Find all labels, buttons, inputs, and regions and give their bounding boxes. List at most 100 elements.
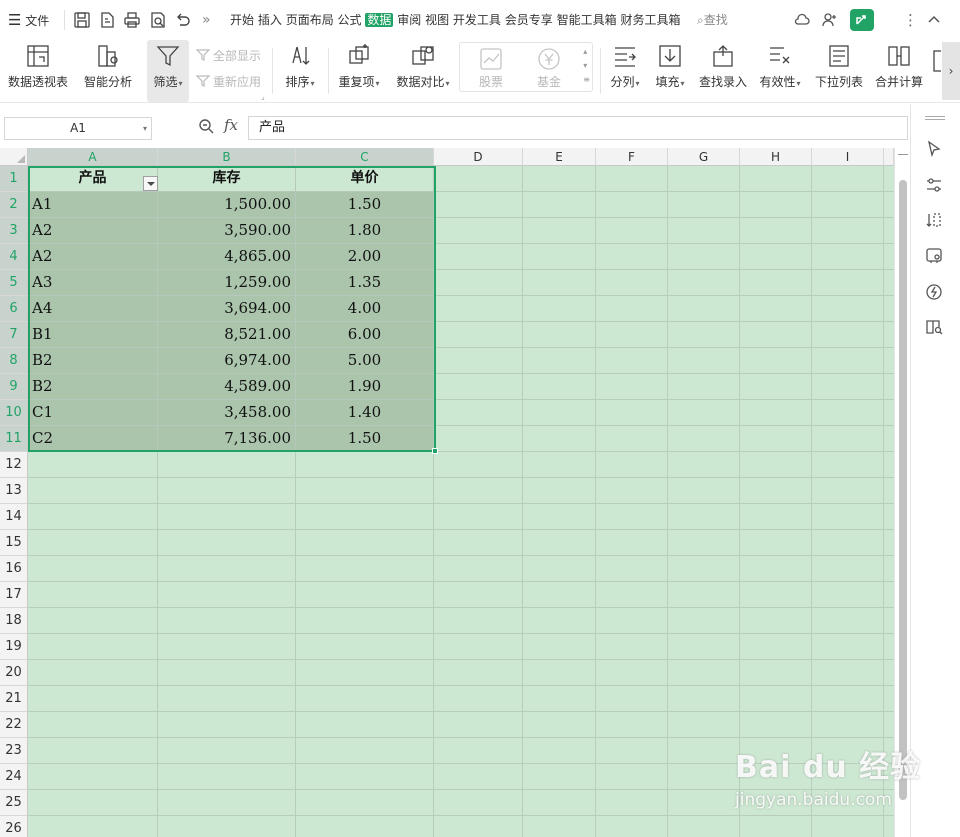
export-pdf-icon[interactable] xyxy=(98,11,116,29)
row-header-5[interactable]: 5 xyxy=(0,270,28,296)
select-pointer-icon[interactable] xyxy=(925,140,943,158)
tab-home[interactable]: 开始 xyxy=(230,13,254,27)
column-header-a[interactable]: A xyxy=(28,148,158,166)
cell-c7[interactable]: 6.00 xyxy=(296,322,434,348)
share-button[interactable] xyxy=(850,9,874,31)
cell-c4[interactable]: 2.00 xyxy=(296,244,434,270)
cell-c10[interactable]: 1.40 xyxy=(296,400,434,426)
row-header-12[interactable]: 12 xyxy=(0,452,28,478)
vertical-scrollbar[interactable] xyxy=(894,148,910,837)
tab-developer[interactable]: 开发工具 xyxy=(453,13,501,27)
reading-mode-icon[interactable] xyxy=(925,318,943,336)
backup-icon[interactable] xyxy=(925,247,943,265)
lightning-icon[interactable] xyxy=(925,283,943,301)
row-header-21[interactable]: 21 xyxy=(0,686,28,712)
consolidate-button[interactable]: 合并计算 xyxy=(870,40,928,102)
row-header-16[interactable]: 16 xyxy=(0,556,28,582)
row-header-3[interactable]: 3 xyxy=(0,218,28,244)
tab-page-layout[interactable]: 页面布局 xyxy=(286,13,334,27)
sort-panel-icon[interactable] xyxy=(925,211,943,229)
gallery-scroll-icon[interactable]: ▴ ▾ ≡ xyxy=(583,45,590,87)
column-header-g[interactable]: G xyxy=(668,148,740,166)
share-user-icon[interactable] xyxy=(820,11,838,29)
undo-icon[interactable] xyxy=(174,11,192,29)
filter-dialog-launcher-icon[interactable]: ⌟ xyxy=(261,92,265,101)
row-header-23[interactable]: 23 xyxy=(0,738,28,764)
cell-a3[interactable]: A2 xyxy=(28,218,158,244)
row-header-9[interactable]: 9 xyxy=(0,374,28,400)
fill-button[interactable]: 填充▾ xyxy=(650,40,690,102)
cell-c3[interactable]: 1.80 xyxy=(296,218,434,244)
show-all-button[interactable]: 全部显示 xyxy=(195,47,261,64)
split-icon[interactable] xyxy=(898,154,908,155)
fx-icon[interactable]: fx xyxy=(224,116,238,134)
collapse-ribbon-icon[interactable] xyxy=(925,11,943,29)
file-menu[interactable]: ☰ 文件 xyxy=(8,0,49,40)
row-header-13[interactable]: 13 xyxy=(0,478,28,504)
column-header-e[interactable]: E xyxy=(523,148,596,166)
row-header-10[interactable]: 10 xyxy=(0,400,28,426)
column-header-b[interactable]: B xyxy=(158,148,296,166)
name-box-dropdown-icon[interactable]: ▾ xyxy=(143,118,147,139)
save-icon[interactable] xyxy=(73,11,91,29)
row-header-4[interactable]: 4 xyxy=(0,244,28,270)
formula-input[interactable]: 产品 xyxy=(248,116,908,140)
ribbon-scroll-right-icon[interactable]: › xyxy=(942,42,960,100)
tab-insert[interactable]: 插入 xyxy=(258,13,282,27)
tab-smart-toolbox[interactable]: 智能工具箱 xyxy=(557,13,617,27)
tab-data[interactable]: 数据 xyxy=(365,13,394,27)
cell-a10[interactable]: C1 xyxy=(28,400,158,426)
header-cell-a[interactable]: 产品 xyxy=(28,166,158,192)
name-box[interactable]: A1 ▾ xyxy=(4,117,152,140)
cell-c11[interactable]: 1.50 xyxy=(296,426,434,452)
row-header-14[interactable]: 14 xyxy=(0,504,28,530)
adjust-sliders-icon[interactable] xyxy=(925,176,943,194)
row-header-18[interactable]: 18 xyxy=(0,608,28,634)
row-header-20[interactable]: 20 xyxy=(0,660,28,686)
cell-a2[interactable]: A1 xyxy=(28,192,158,218)
column-header-i[interactable]: I xyxy=(812,148,884,166)
cell-a4[interactable]: A2 xyxy=(28,244,158,270)
duplicates-button[interactable]: 重复项▾ xyxy=(334,40,384,102)
tab-review[interactable]: 审阅 xyxy=(397,13,421,27)
print-icon[interactable] xyxy=(123,11,141,29)
row-header-7[interactable]: 7 xyxy=(0,322,28,348)
column-header-c[interactable]: C xyxy=(296,148,434,166)
cell-a8[interactable]: B2 xyxy=(28,348,158,374)
search-box[interactable]: ⌕查找 xyxy=(697,0,728,40)
row-header-2[interactable]: 2 xyxy=(0,192,28,218)
tab-member[interactable]: 会员专享 xyxy=(505,13,553,27)
select-all-corner[interactable] xyxy=(0,148,28,166)
stock-button[interactable]: 股票 xyxy=(464,43,518,91)
fill-handle[interactable] xyxy=(432,448,438,454)
cell-b11[interactable]: 7,136.00 xyxy=(158,426,296,452)
spreadsheet-grid[interactable]: A B C D E F G H I 1 2 3 4 5 6 7 8 9 10 11 12 13 14 15 1… xyxy=(0,148,894,837)
column-header-f[interactable]: F xyxy=(596,148,668,166)
cloud-sync-icon[interactable] xyxy=(793,11,811,29)
fund-button[interactable]: 基金 xyxy=(522,43,576,91)
cell-a6[interactable]: A4 xyxy=(28,296,158,322)
validity-button[interactable]: 有效性▾ xyxy=(756,40,804,102)
header-cell-b[interactable]: 库存 xyxy=(158,166,296,192)
cell-a5[interactable]: A3 xyxy=(28,270,158,296)
sort-button[interactable]: 排序▾ xyxy=(280,40,320,102)
data-compare-button[interactable]: 数据对比▾ xyxy=(392,40,454,102)
cell-b4[interactable]: 4,865.00 xyxy=(158,244,296,270)
cell-a11[interactable]: C2 xyxy=(28,426,158,452)
row-header-26[interactable]: 26 xyxy=(0,816,28,837)
row-header-17[interactable]: 17 xyxy=(0,582,28,608)
lookup-entry-button[interactable]: 查找录入 xyxy=(696,40,750,102)
more-quick-access-icon[interactable]: » xyxy=(202,0,211,40)
row-header-8[interactable]: 8 xyxy=(0,348,28,374)
cell-b2[interactable]: 1,500.00 xyxy=(158,192,296,218)
cell-c2[interactable]: 1.50 xyxy=(296,192,434,218)
cell-c5[interactable]: 1.35 xyxy=(296,270,434,296)
header-cell-c[interactable]: 单价 xyxy=(296,166,434,192)
row-header-22[interactable]: 22 xyxy=(0,712,28,738)
cell-b8[interactable]: 6,974.00 xyxy=(158,348,296,374)
cell-b7[interactable]: 8,521.00 xyxy=(158,322,296,348)
pivot-table-button[interactable]: 数据透视表 xyxy=(4,40,72,102)
column-header-h[interactable]: H xyxy=(740,148,812,166)
autofilter-dropdown-button[interactable] xyxy=(143,176,158,191)
cell-a9[interactable]: B2 xyxy=(28,374,158,400)
